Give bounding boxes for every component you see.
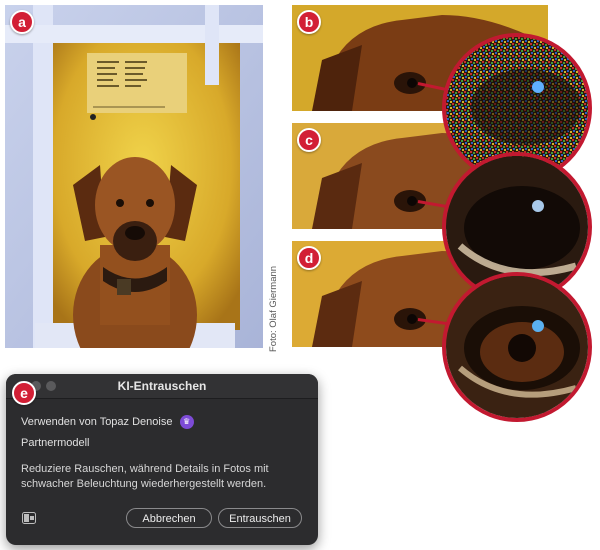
zoom-eye-denoised-d	[442, 272, 592, 422]
cancel-button[interactable]: Abbrechen	[126, 508, 212, 528]
dialog-description: Reduziere Rauschen, während Details in F…	[21, 463, 269, 490]
option-label: Verwenden von Topaz Denoise	[21, 415, 173, 428]
photo-main-dog	[5, 5, 263, 348]
denoise-dialog: KI-Entrauschen Verwenden von Topaz Denoi…	[6, 374, 318, 545]
badge-c: c	[297, 128, 321, 152]
option-row: Verwenden von Topaz Denoise ♛	[21, 415, 194, 429]
badge-e: e	[12, 381, 36, 405]
partner-model-label: Partnermodell	[21, 437, 90, 449]
badge-b: b	[297, 10, 321, 34]
dialog-titlebar: KI-Entrauschen	[6, 374, 318, 399]
compare-icon[interactable]	[22, 512, 36, 524]
crown-icon: ♛	[179, 415, 194, 429]
denoise-button[interactable]: Entrauschen	[218, 508, 302, 528]
photo-credit: Foto: Olaf Giermann	[268, 265, 279, 352]
dialog-title: KI-Entrauschen	[117, 379, 207, 393]
badge-d: d	[297, 246, 321, 270]
badge-a: a	[10, 10, 34, 34]
